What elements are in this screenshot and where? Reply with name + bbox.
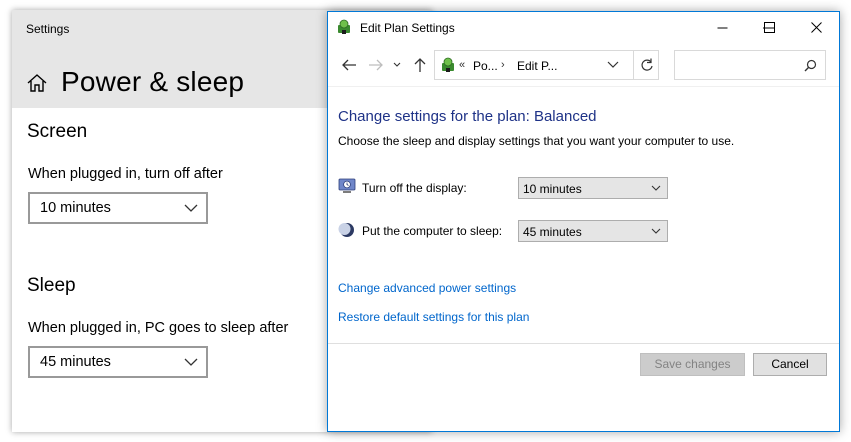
breadcrumb-edit-plan[interactable]: Edit P... xyxy=(517,59,557,73)
display-timeout-value: 10 minutes xyxy=(523,182,582,196)
screen-timeout-label: When plugged in, turn off after xyxy=(28,166,223,182)
display-icon xyxy=(338,178,356,193)
address-bar[interactable]: « Po... › Edit P... xyxy=(434,50,659,80)
back-arrow-icon[interactable] xyxy=(340,57,358,73)
chevron-down-icon[interactable] xyxy=(607,61,619,69)
forward-arrow-icon[interactable] xyxy=(367,57,385,73)
plan-description: Choose the sleep and display settings th… xyxy=(338,134,735,148)
window-title: Edit Plan Settings xyxy=(360,21,455,35)
dialog-footer: Save changes Cancel xyxy=(328,343,839,431)
save-changes-button[interactable]: Save changes xyxy=(640,353,745,376)
power-plan-icon xyxy=(442,57,454,72)
sleep-timeout-value: 45 minutes xyxy=(523,225,582,239)
settings-app-title: Settings xyxy=(26,22,70,36)
refresh-button[interactable] xyxy=(633,51,659,79)
restore-defaults-link[interactable]: Restore default settings for this plan xyxy=(338,310,529,324)
close-button[interactable] xyxy=(794,12,839,43)
close-icon xyxy=(811,22,822,33)
up-arrow-icon[interactable] xyxy=(411,57,429,73)
breadcrumb-power-options[interactable]: Po... xyxy=(473,59,498,73)
screen-timeout-dropdown[interactable]: 10 minutes xyxy=(28,192,208,224)
minimize-button[interactable] xyxy=(700,12,746,43)
edit-plan-window: Edit Plan Settings « Po... › Edit P... C… xyxy=(327,11,840,432)
page-title: Power & sleep xyxy=(61,66,245,97)
sleep-timeout-label: Put the computer to sleep: xyxy=(362,224,503,238)
display-timeout-dropdown[interactable]: 10 minutes xyxy=(518,177,668,199)
navigation-bar: « Po... › Edit P... xyxy=(328,43,839,87)
home-icon[interactable] xyxy=(26,73,48,93)
maximize-icon xyxy=(764,22,775,33)
search-icon xyxy=(804,59,817,72)
screen-section-title: Screen xyxy=(27,121,88,142)
display-timeout-label: Turn off the display: xyxy=(362,181,467,195)
chevron-down-icon xyxy=(184,358,198,366)
cancel-button[interactable]: Cancel xyxy=(753,353,827,376)
sleep-timeout-label: When plugged in, PC goes to sleep after xyxy=(28,320,289,336)
screen-timeout-value: 10 minutes xyxy=(40,200,111,216)
sleep-timeout-dropdown[interactable]: 45 minutes xyxy=(28,346,208,378)
chevron-down-icon xyxy=(651,228,661,234)
recent-locations-chevron-icon[interactable] xyxy=(392,57,402,73)
sleep-moon-icon xyxy=(338,223,354,237)
sleep-section-title: Sleep xyxy=(27,275,76,296)
sleep-timeout-dropdown[interactable]: 45 minutes xyxy=(518,220,668,242)
search-box[interactable] xyxy=(674,50,826,80)
breadcrumb-overflow[interactable]: « xyxy=(459,59,465,71)
chevron-down-icon xyxy=(184,204,198,212)
chevron-down-icon xyxy=(651,185,661,191)
minimize-icon xyxy=(717,27,728,29)
sleep-timeout-value: 45 minutes xyxy=(40,354,111,370)
refresh-icon xyxy=(641,58,653,71)
plan-settings-content: Change settings for the plan: Balanced C… xyxy=(328,87,839,343)
breadcrumb-separator[interactable]: › xyxy=(501,59,505,71)
power-plan-icon xyxy=(338,19,350,34)
advanced-power-settings-link[interactable]: Change advanced power settings xyxy=(338,281,516,295)
maximize-button[interactable] xyxy=(747,12,793,43)
plan-heading: Change settings for the plan: Balanced xyxy=(338,108,597,125)
